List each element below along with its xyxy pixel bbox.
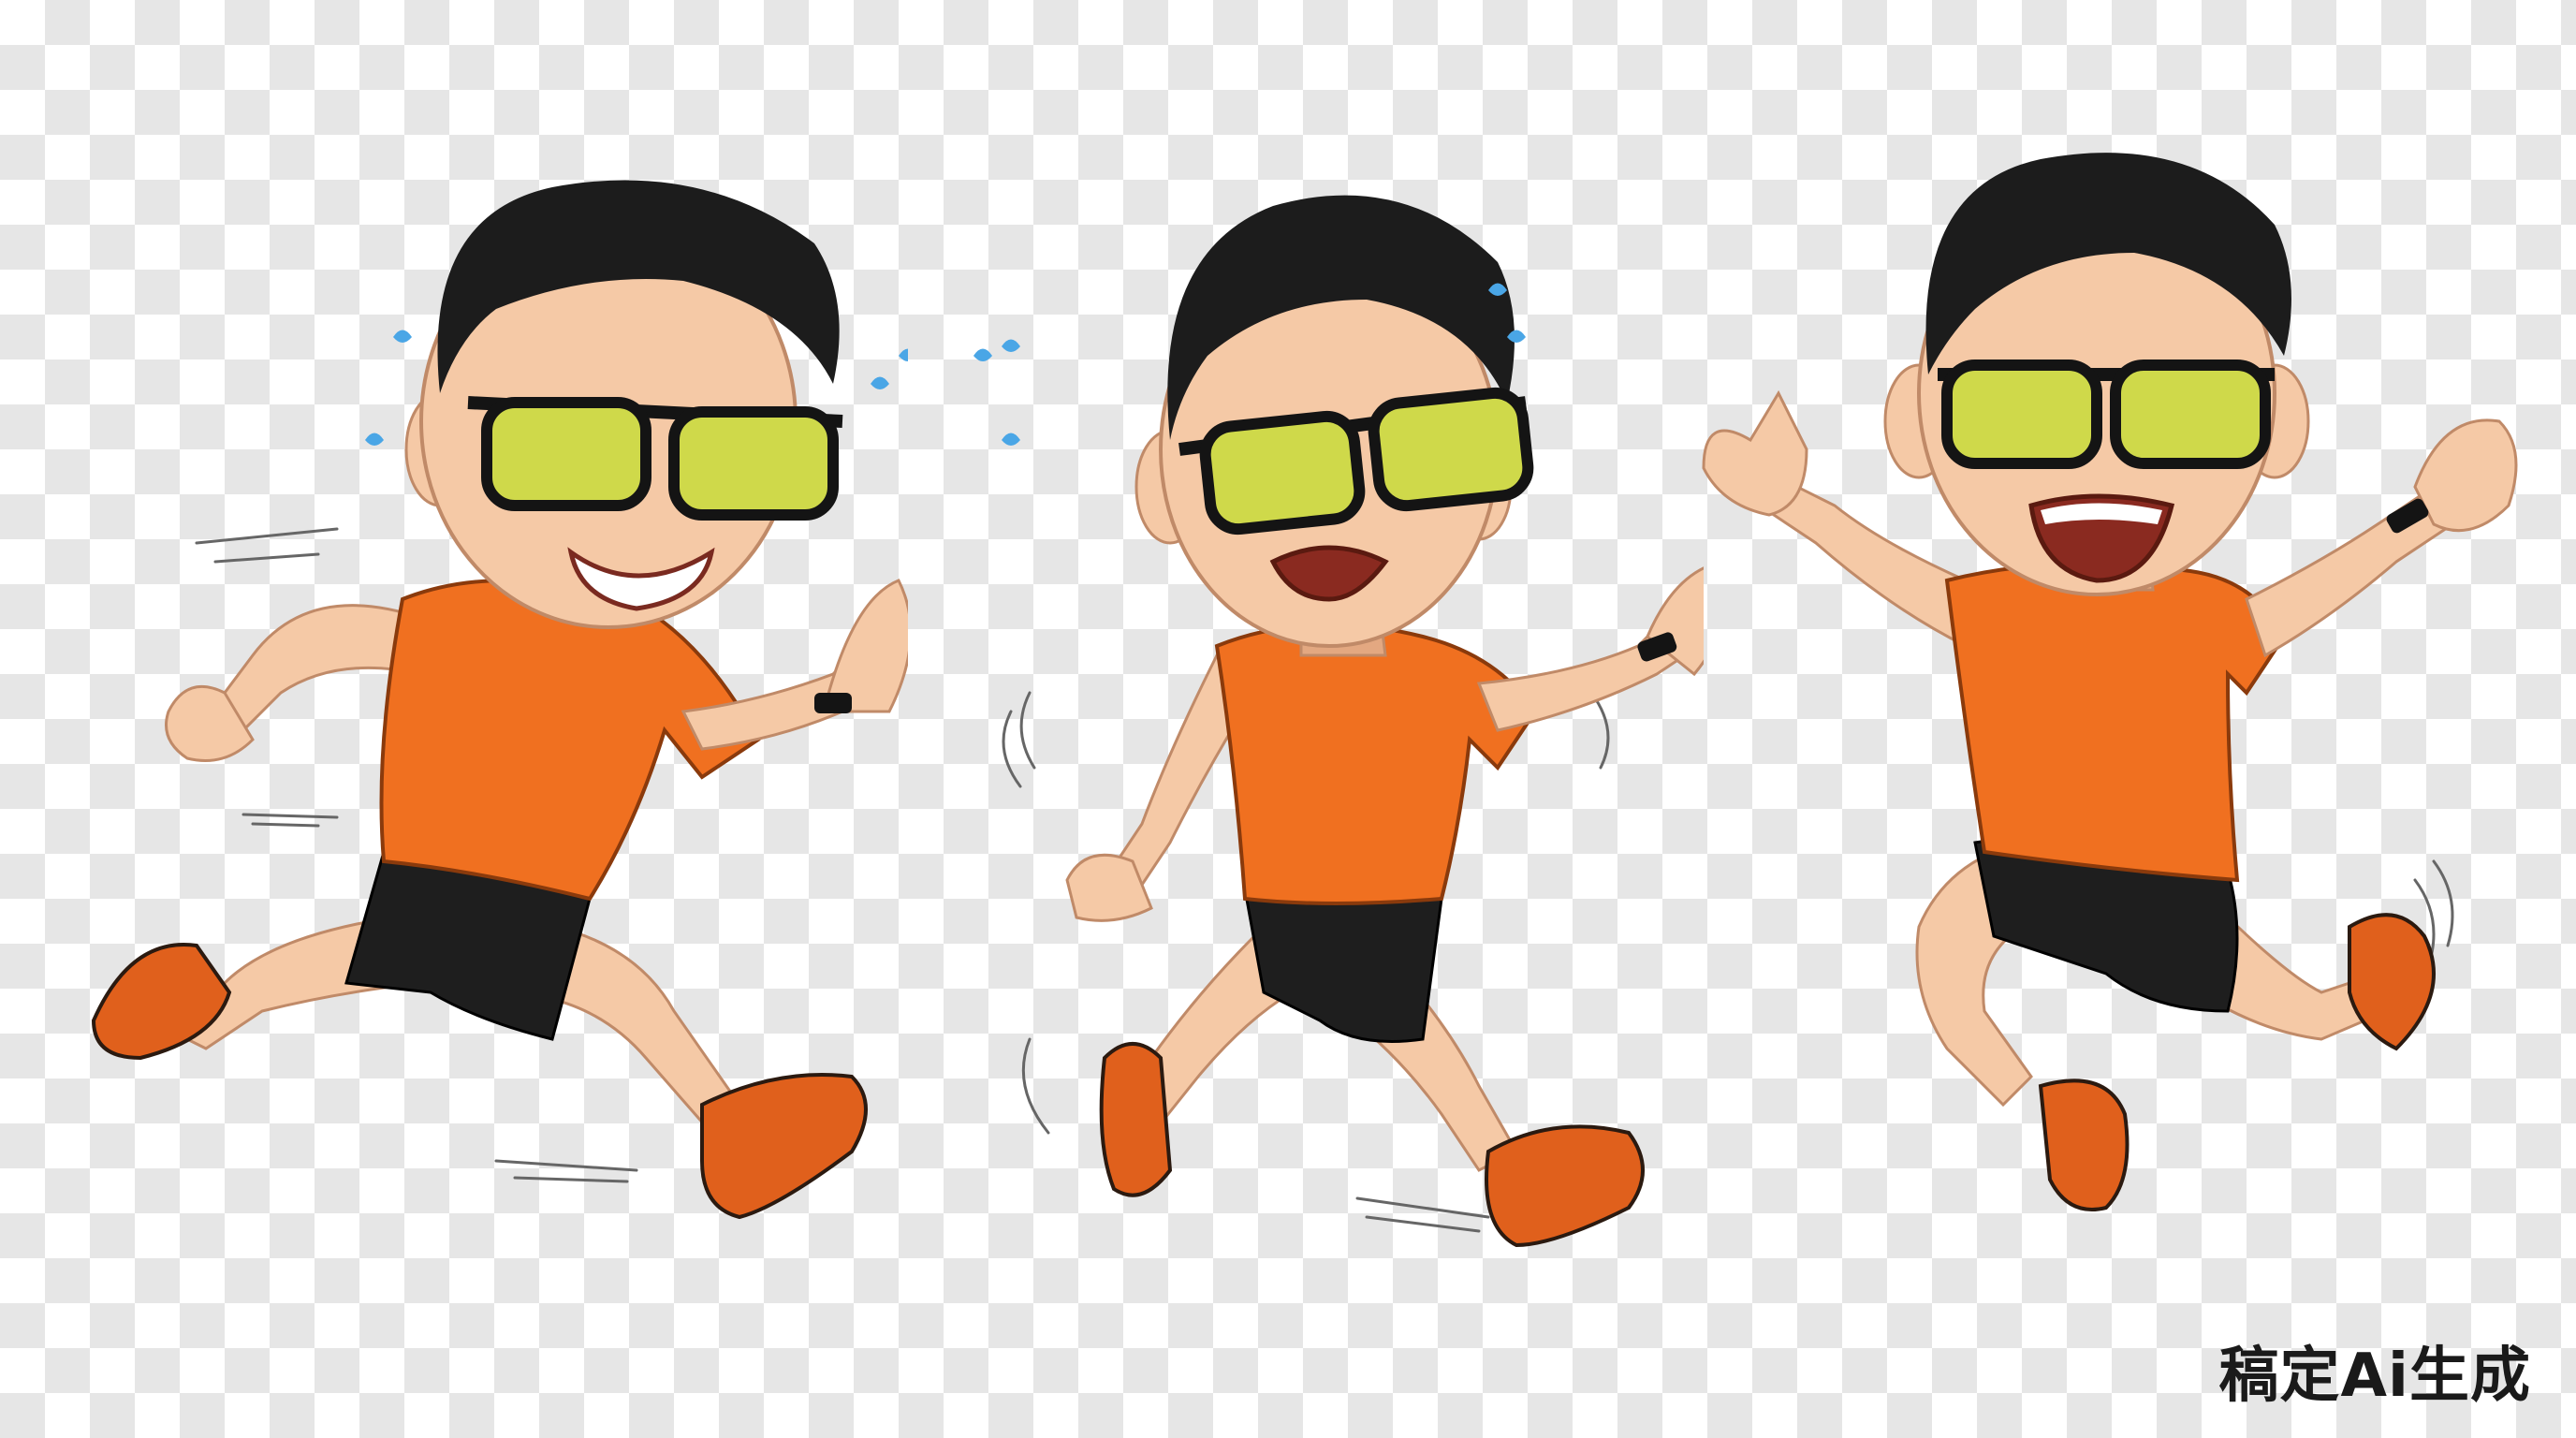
watermark-text: 稿定Ai生成 (2218, 1342, 2531, 1411)
runner-figure-celebrating (1666, 0, 2555, 1438)
runner-figure-smiling (28, 0, 908, 1438)
runner-figure-exhausted (917, 0, 1704, 1438)
runner-exhausted-illustration (973, 195, 1704, 1248)
runner-smiling-illustration (91, 180, 908, 1220)
runner-celebrating-illustration (1702, 153, 2518, 1211)
watermark: 稿定Ai生成 (2219, 1328, 2531, 1414)
